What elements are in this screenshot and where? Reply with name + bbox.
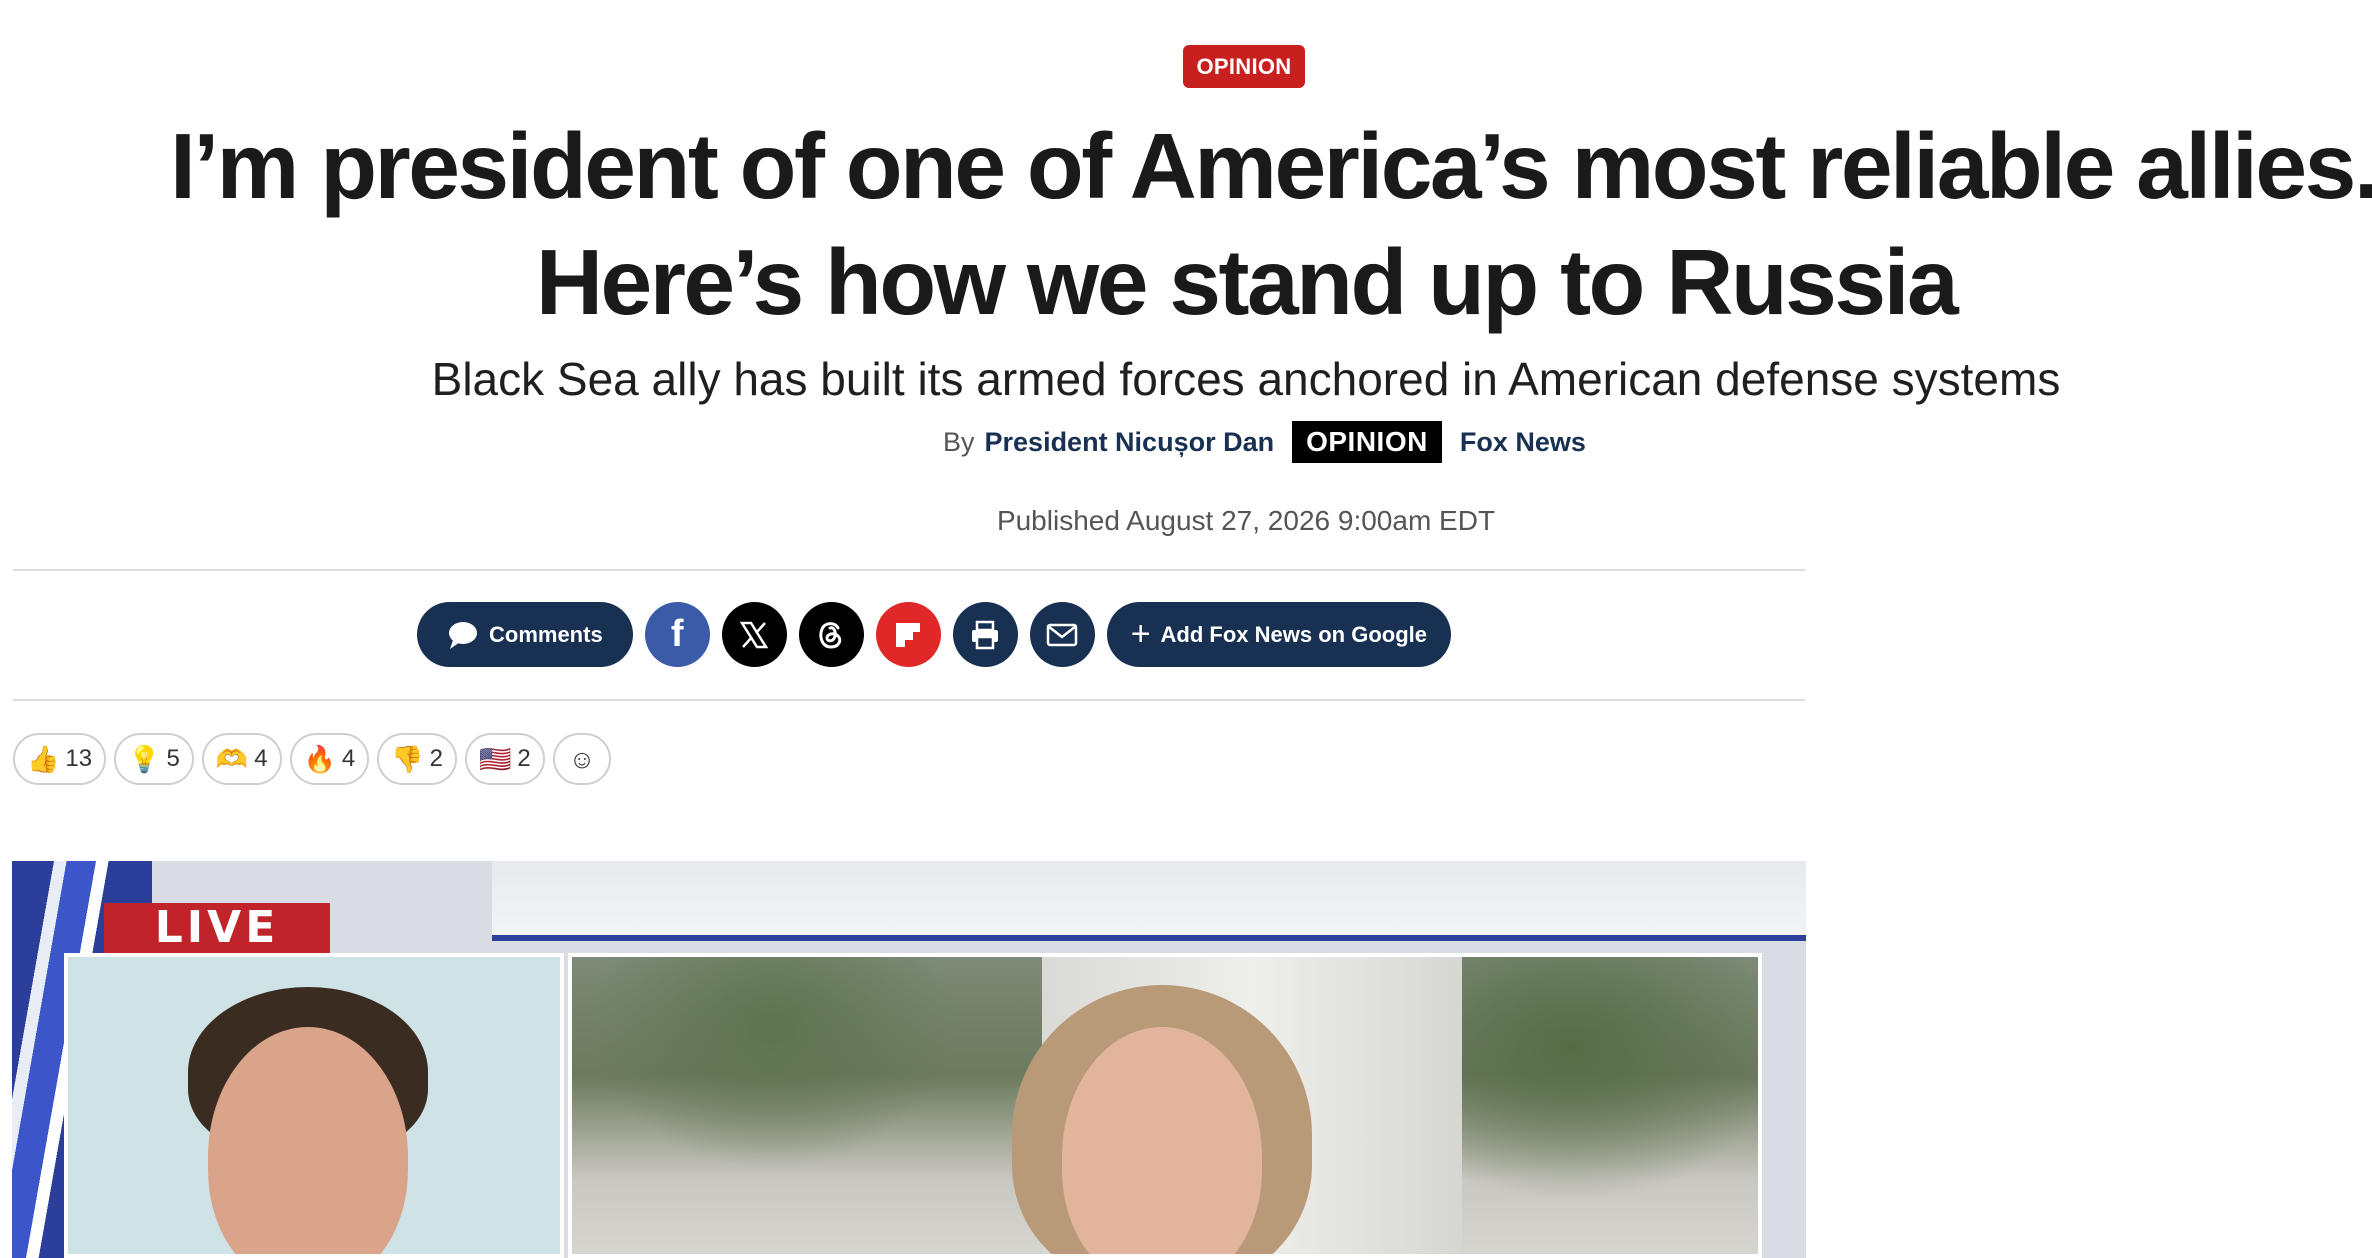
x-icon [739,621,769,648]
reaction-count: 13 [65,745,93,772]
headline-line-1: I’m president of one of America’s most r… [170,114,2372,218]
published-date: Published August 27, 2026 9:00am EDT [996,505,1496,536]
reactions-bar: 👍 13 💡 5 🫶 4 🔥 4 👎 2 🇺🇸 2 ☺ [13,733,612,785]
google-label: Add Fox News on Google [1160,621,1427,647]
lightbulb-icon: 💡 [128,743,161,774]
reaction-count: 2 [517,745,531,772]
reaction-fire[interactable]: 🔥 4 [289,733,370,785]
headline-line-2: Here’s how we stand up to Russia [535,230,1959,334]
share-toolbar: Comments f + Add Fox News on Google [417,602,1451,667]
article-dek: Black Sea ally has built its armed force… [431,353,2061,405]
x-share-button[interactable] [721,602,787,667]
fire-icon: 🔥 [303,743,336,774]
thumbs-up-icon: 👍 [27,743,60,774]
flipboard-icon [896,622,921,647]
divider-bottom [13,699,1805,701]
comment-bubble-icon [449,621,477,649]
video-graphic-topbar [492,861,1806,941]
email-icon [1046,623,1078,646]
reaction-lightbulb[interactable]: 💡 5 [114,733,194,785]
email-share-button[interactable] [1029,602,1095,667]
add-fox-news-google-button[interactable]: + Add Fox News on Google [1106,602,1451,667]
print-icon [972,620,999,649]
article-headline: I’m president of one of America’s most r… [0,108,2372,340]
reaction-thumbs-up[interactable]: 👍 13 [13,733,107,785]
reaction-thumbs-down[interactable]: 👎 2 [377,733,458,785]
comments-button[interactable]: Comments [417,602,633,667]
video-left-panel [64,953,564,1258]
reaction-count: 4 [254,745,268,772]
reaction-count: 2 [429,745,444,772]
opinion-eyebrow[interactable]: OPINION [1183,45,1305,88]
outlet-link[interactable]: Fox News [1460,427,1586,458]
threads-icon [819,621,842,649]
add-reaction-icon: ☺ [568,743,596,774]
reaction-heart-hands[interactable]: 🫶 4 [201,733,282,785]
us-flag-icon: 🇺🇸 [479,743,512,774]
comments-label: Comments [489,621,603,647]
thumbs-down-icon: 👎 [391,743,424,774]
reaction-us-flag[interactable]: 🇺🇸 2 [465,733,545,785]
plus-icon: + [1130,615,1151,653]
author-link[interactable]: President Nicușor Dan [985,427,1275,458]
divider-top [13,569,1805,571]
byline-by: By [943,426,975,457]
flipboard-share-button[interactable] [875,602,941,667]
opinion-badge: OPINION [1292,421,1442,463]
add-reaction-button[interactable]: ☺ [552,733,612,785]
facebook-icon: f [670,613,684,655]
reaction-count: 5 [166,745,180,772]
threads-share-button[interactable] [798,602,864,667]
video-right-panel [568,953,1762,1258]
byline: By President Nicușor Dan OPINION Fox New… [943,420,1586,464]
video-player[interactable]: LIVE [12,861,1806,1258]
live-badge: LIVE [104,903,330,953]
print-button[interactable] [952,602,1018,667]
reaction-count: 4 [341,745,356,772]
facebook-share-button[interactable]: f [644,602,710,667]
heart-hands-icon: 🫶 [215,743,249,774]
